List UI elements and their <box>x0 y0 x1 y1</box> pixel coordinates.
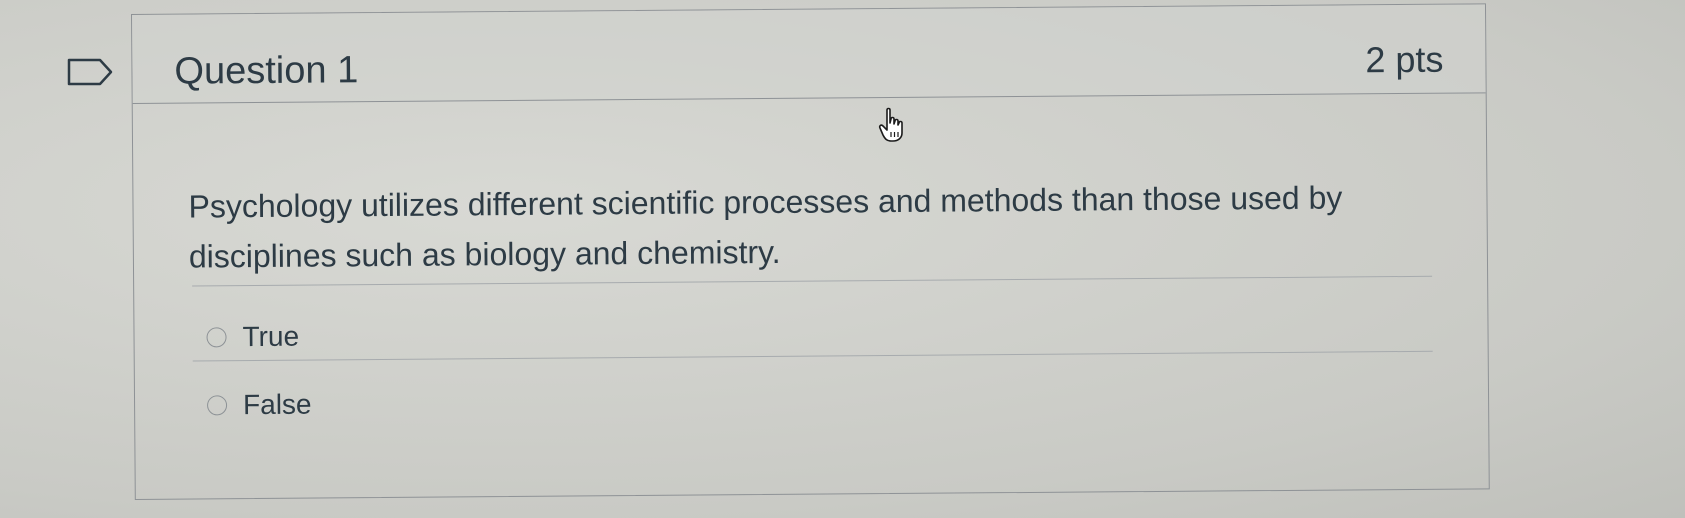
hand-pointer-icon <box>878 107 903 142</box>
question-header: Question 1 2 pts <box>132 4 1486 104</box>
question-points: 2 pts <box>1365 38 1444 81</box>
answer-option-false[interactable]: False <box>206 388 312 422</box>
radio-button-true[interactable] <box>206 327 227 348</box>
question-text: Psychology utilizes different scientific… <box>188 179 1343 275</box>
answer-divider <box>192 350 1433 362</box>
question-body: Psychology utilizes different scientific… <box>133 93 1489 500</box>
bookmark-flag-icon[interactable] <box>66 57 114 87</box>
answer-label-true: True <box>242 320 300 353</box>
question-title: Question 1 <box>174 49 359 93</box>
question-card: Question 1 2 pts Psychology utilizes dif… <box>131 3 1490 500</box>
answer-label-false: False <box>242 388 312 421</box>
radio-button-false[interactable] <box>206 395 228 416</box>
answer-option-true[interactable]: True <box>206 321 299 354</box>
